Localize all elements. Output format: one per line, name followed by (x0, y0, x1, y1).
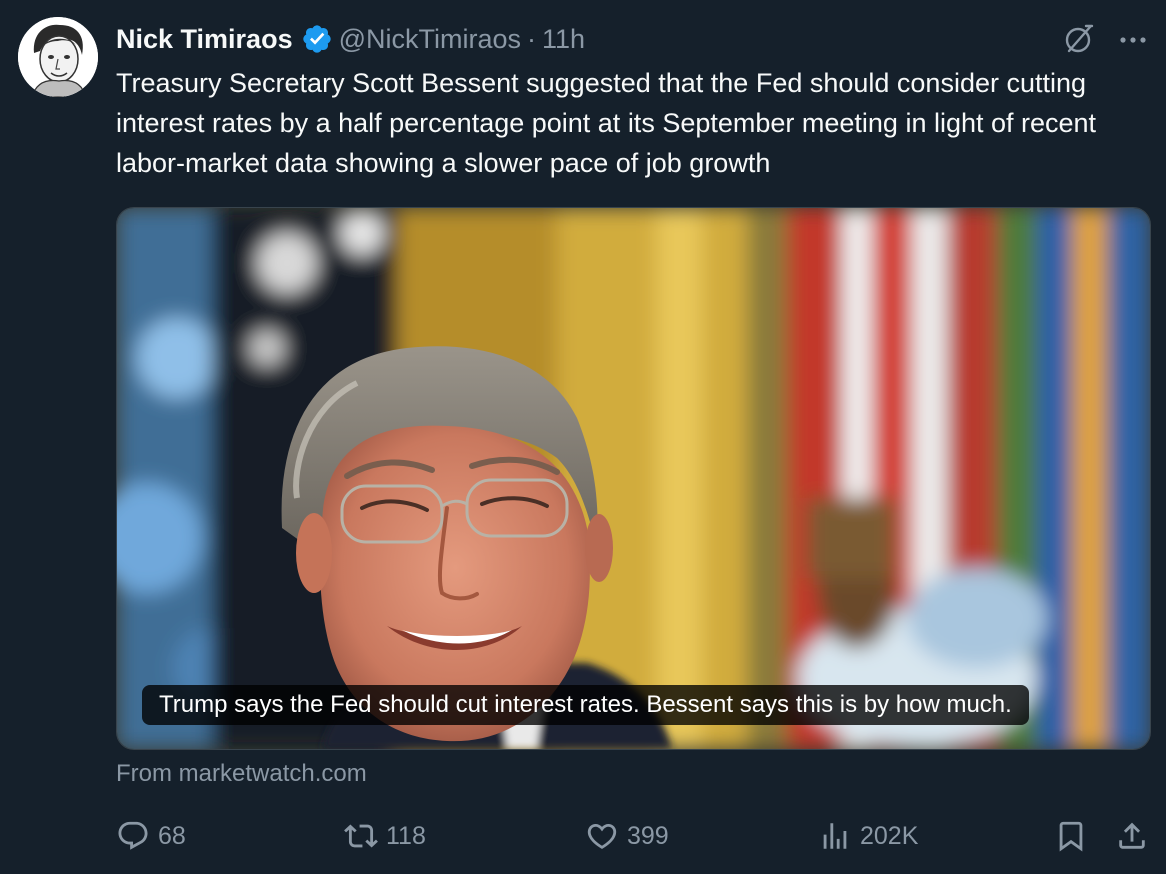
author-handle[interactable]: @NickTimiraos (339, 24, 521, 55)
share-icon[interactable] (1115, 818, 1149, 854)
reply-icon (118, 821, 148, 850)
card-caption: Trump says the Fed should cut interest r… (142, 685, 1029, 725)
tweet-timestamp[interactable]: 11h (542, 24, 585, 55)
reply-button[interactable]: 68 (116, 818, 186, 854)
views-button[interactable]: 202K (818, 818, 918, 854)
repost-count: 118 (386, 821, 426, 850)
tweet-actions: 68 118 399 202K (0, 812, 1166, 860)
like-icon (587, 823, 617, 849)
more-icon[interactable] (1116, 26, 1150, 54)
tweet-header: Nick Timiraos @NickTimiraos · 11h (116, 20, 585, 58)
repost-icon (344, 824, 378, 848)
views-count: 202K (860, 821, 919, 850)
separator-dot: · (527, 23, 537, 54)
bookmark-icon[interactable] (1054, 818, 1088, 854)
like-button[interactable]: 399 (585, 818, 669, 854)
like-count: 399 (627, 821, 669, 850)
repost-button[interactable]: 118 (344, 818, 426, 854)
reply-count: 68 (158, 821, 186, 850)
avatar-illustration (18, 17, 98, 97)
author-avatar[interactable] (18, 17, 98, 97)
author-name[interactable]: Nick Timiraos (116, 24, 293, 55)
tweet-text: Treasury Secretary Scott Bessent suggest… (116, 68, 1097, 178)
link-card[interactable]: Trump says the Fed should cut interest r… (116, 207, 1151, 750)
verified-badge-icon[interactable] (301, 23, 333, 55)
grok-icon[interactable] (1063, 22, 1095, 56)
article-photo (117, 208, 1150, 749)
card-source[interactable]: From marketwatch.com (116, 760, 367, 788)
views-icon (823, 823, 847, 849)
